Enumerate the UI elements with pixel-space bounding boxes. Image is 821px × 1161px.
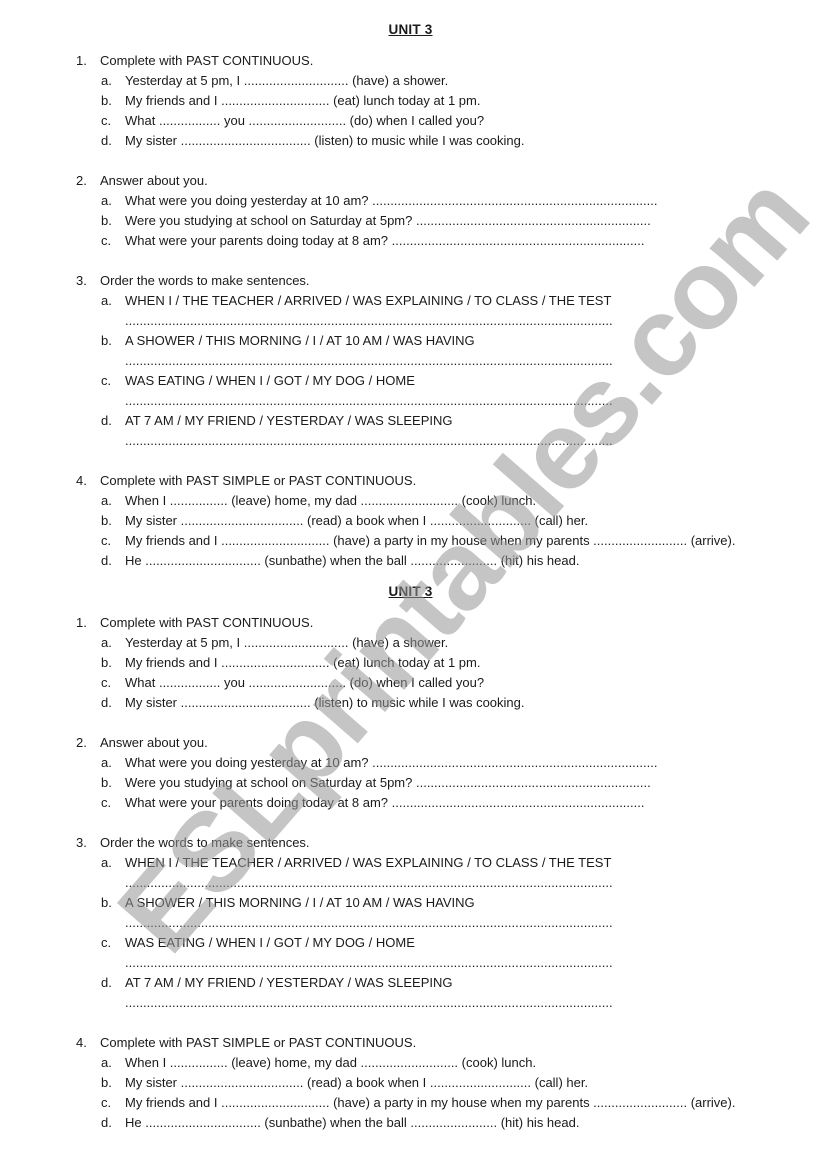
item-text: What ................. you .............… (125, 675, 485, 690)
item-letter: b. (101, 333, 112, 348)
item-text: Were you studying at school on Saturday … (125, 213, 651, 228)
item-letter: a. (101, 293, 112, 308)
item-text: My sister ..............................… (125, 133, 525, 148)
item-text: WAS EATING / WHEN I / GOT / MY DOG / HOM… (125, 373, 415, 388)
exercise-instruction: Answer about you. (100, 735, 208, 750)
answer-dots: ........................................… (125, 433, 613, 448)
item-text: WHEN I / THE TEACHER / ARRIVED / WAS EXP… (125, 293, 612, 308)
exercise-instruction: Order the words to make sentences. (100, 273, 310, 288)
item-letter: a. (101, 493, 112, 508)
item-text: Yesterday at 5 pm, I ...................… (125, 635, 449, 650)
item-letter: c. (101, 113, 112, 128)
item-letter: a. (101, 635, 112, 650)
item-letter: d. (101, 553, 112, 568)
answer-dots: ........................................… (125, 995, 613, 1010)
item-letter: a. (101, 193, 112, 208)
item-text: AT 7 AM / MY FRIEND / YESTERDAY / WAS SL… (125, 413, 453, 428)
item-text: What were your parents doing today at 8 … (125, 795, 645, 810)
exercise-number: 2. (76, 173, 87, 188)
item-letter: d. (101, 1115, 112, 1130)
item-letter: c. (101, 675, 112, 690)
item-text: A SHOWER / THIS MORNING / I / AT 10 AM /… (125, 895, 475, 910)
item-letter: a. (101, 1055, 112, 1070)
item-letter: c. (101, 533, 112, 548)
item-letter: a. (101, 755, 112, 770)
item-letter: c. (101, 795, 112, 810)
item-letter: d. (101, 413, 112, 428)
item-text: A SHOWER / THIS MORNING / I / AT 10 AM /… (125, 333, 475, 348)
item-text: When I ................ (leave) home, my… (125, 1055, 537, 1070)
exercise-number: 4. (76, 1035, 87, 1050)
item-letter: b. (101, 1075, 112, 1090)
exercise-instruction: Answer about you. (100, 173, 208, 188)
exercise-instruction: Complete with PAST CONTINUOUS. (100, 615, 314, 630)
item-letter: c. (101, 935, 112, 950)
item-text: My friends and I .......................… (125, 93, 481, 108)
item-letter: b. (101, 655, 112, 670)
item-text: WAS EATING / WHEN I / GOT / MY DOG / HOM… (125, 935, 415, 950)
answer-dots: ........................................… (125, 915, 613, 930)
item-letter: d. (101, 975, 112, 990)
item-text: What ................. you .............… (125, 113, 485, 128)
item-text: When I ................ (leave) home, my… (125, 493, 537, 508)
item-text: What were you doing yesterday at 10 am? … (125, 193, 658, 208)
item-text: Were you studying at school on Saturday … (125, 775, 651, 790)
item-text: AT 7 AM / MY FRIEND / YESTERDAY / WAS SL… (125, 975, 453, 990)
item-text: What were your parents doing today at 8 … (125, 233, 645, 248)
item-text: My friends and I .......................… (125, 655, 481, 670)
exercise-instruction: Order the words to make sentences. (100, 835, 310, 850)
item-text: He ................................ (sun… (125, 553, 580, 568)
item-text: He ................................ (sun… (125, 1115, 580, 1130)
exercise-number: 3. (76, 835, 87, 850)
exercise-number: 3. (76, 273, 87, 288)
answer-dots: ........................................… (125, 353, 613, 368)
item-letter: c. (101, 1095, 112, 1110)
item-letter: b. (101, 93, 112, 108)
exercise-number: 1. (76, 53, 87, 68)
item-letter: d. (101, 133, 112, 148)
answer-dots: ........................................… (125, 955, 613, 970)
answer-dots: ........................................… (125, 393, 613, 408)
item-letter: b. (101, 213, 112, 228)
item-letter: c. (101, 233, 112, 248)
answer-dots: ........................................… (125, 875, 613, 890)
exercise-instruction: Complete with PAST CONTINUOUS. (100, 53, 314, 68)
item-letter: b. (101, 513, 112, 528)
exercise-number: 2. (76, 735, 87, 750)
item-letter: d. (101, 695, 112, 710)
worksheet-page: UNIT 3 1. Complete with PAST CONTINUOUS.… (0, 0, 821, 1161)
answer-dots: ........................................… (125, 313, 613, 328)
item-text: My friends and I .......................… (125, 533, 736, 548)
item-letter: a. (101, 855, 112, 870)
item-letter: a. (101, 73, 112, 88)
exercise-instruction: Complete with PAST SIMPLE or PAST CONTIN… (100, 1035, 417, 1050)
item-letter: b. (101, 895, 112, 910)
unit-title: UNIT 3 (388, 22, 433, 37)
unit-title: UNIT 3 (388, 584, 433, 599)
exercise-number: 1. (76, 615, 87, 630)
item-text: WHEN I / THE TEACHER / ARRIVED / WAS EXP… (125, 855, 612, 870)
exercise-number: 4. (76, 473, 87, 488)
item-letter: c. (101, 373, 112, 388)
item-text: What were you doing yesterday at 10 am? … (125, 755, 658, 770)
item-text: My friends and I .......................… (125, 1095, 736, 1110)
item-text: My sister ..............................… (125, 513, 589, 528)
item-text: My sister ..............................… (125, 695, 525, 710)
item-letter: b. (101, 775, 112, 790)
item-text: My sister ..............................… (125, 1075, 589, 1090)
exercise-instruction: Complete with PAST SIMPLE or PAST CONTIN… (100, 473, 417, 488)
item-text: Yesterday at 5 pm, I ...................… (125, 73, 449, 88)
